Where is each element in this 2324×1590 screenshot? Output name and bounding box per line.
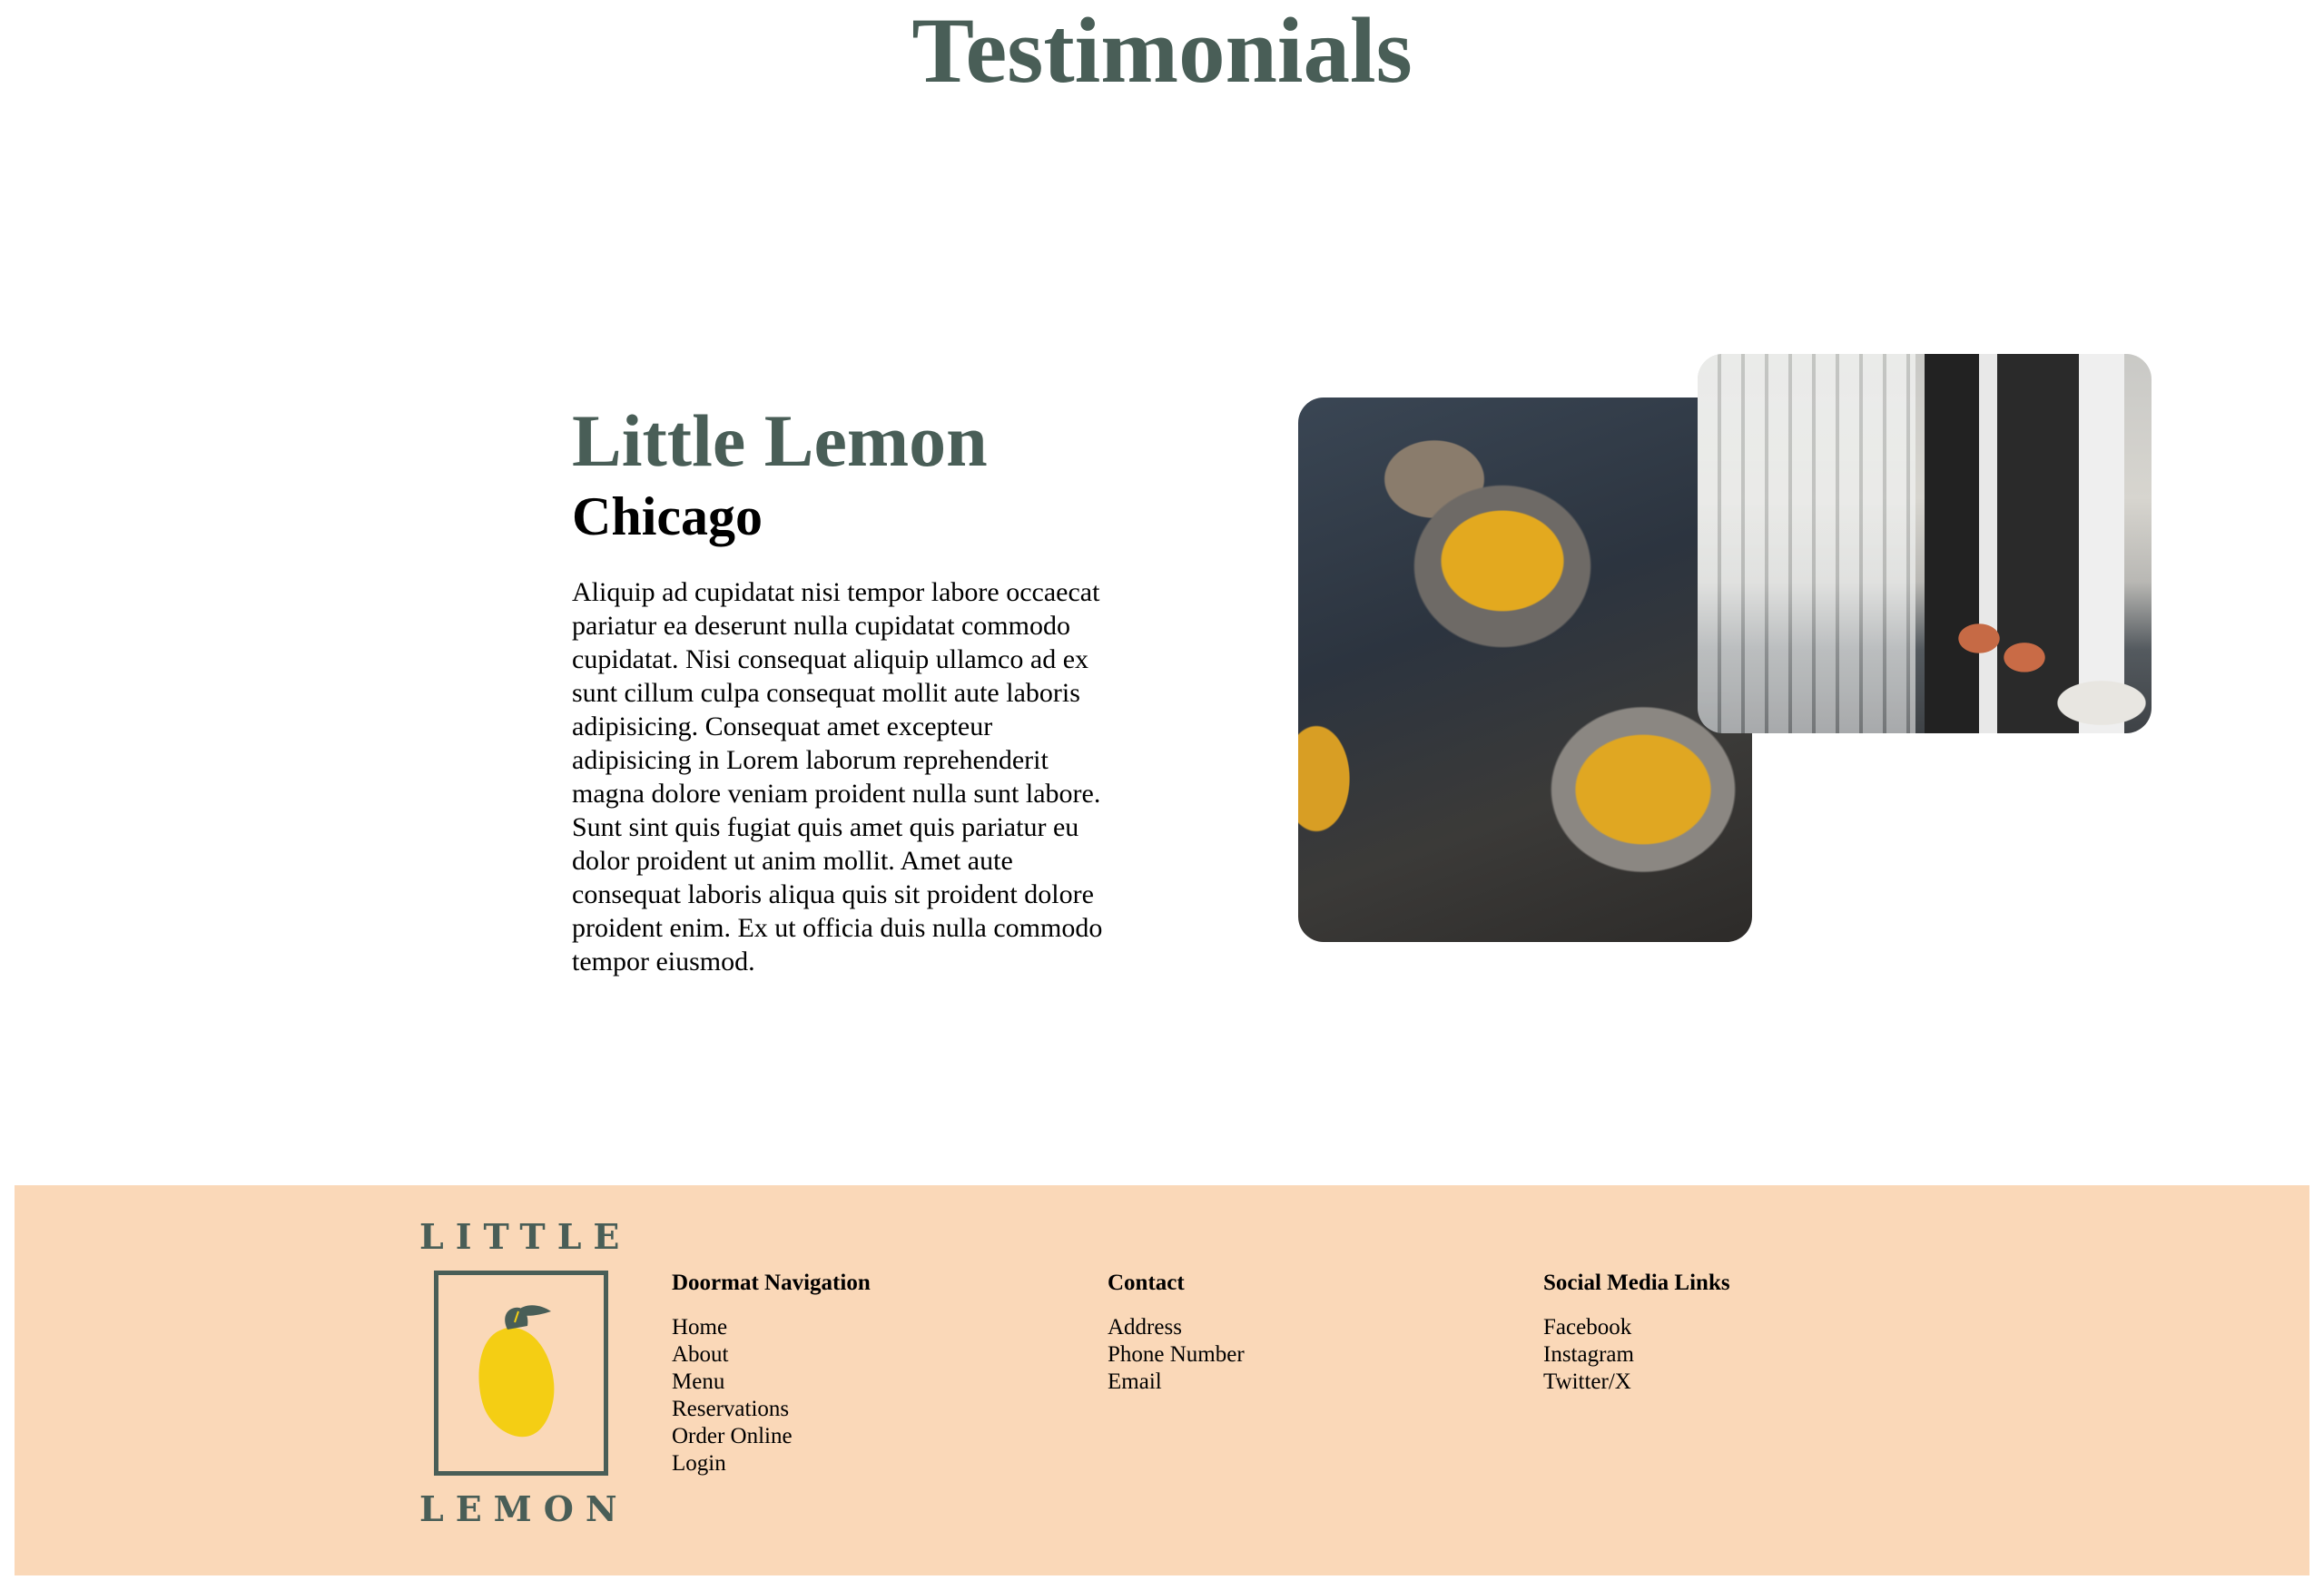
lemon-logo-icon [434, 1271, 608, 1476]
site-footer: LITTLE LEMON Doormat Navigation Home Abo… [15, 1185, 2309, 1575]
social-link-facebook[interactable]: Facebook [1543, 1314, 1730, 1341]
footer-link-login[interactable]: Login [672, 1450, 871, 1477]
social-link-twitter[interactable]: Twitter/X [1543, 1369, 1730, 1396]
contact-section: Contact Address Phone Number Email [1108, 1269, 1245, 1396]
contact-email-link[interactable]: Email [1108, 1369, 1245, 1396]
logo-word-bottom: LEMON [419, 1488, 629, 1529]
contact-address-link[interactable]: Address [1108, 1314, 1245, 1341]
footer-link-menu[interactable]: Menu [672, 1369, 871, 1396]
social-link-instagram[interactable]: Instagram [1543, 1341, 1730, 1369]
footer-link-order-online[interactable]: Order Online [672, 1423, 871, 1450]
brand-title: Little Lemon [572, 399, 988, 482]
footer-logo[interactable]: LITTLE LEMON [419, 1212, 632, 1557]
about-section: Little Lemon Chicago Aliquip ad cupidata… [572, 398, 1117, 978]
footer-link-home[interactable]: Home [672, 1314, 871, 1341]
about-paragraph: Aliquip ad cupidatat nisi tempor labore … [572, 577, 1103, 977]
logo-word-top: LITTLE [419, 1216, 632, 1257]
contact-heading: Contact [1108, 1271, 1185, 1295]
city-title: Chicago [572, 486, 763, 546]
footer-link-about[interactable]: About [672, 1341, 871, 1369]
chefs-photo [1698, 354, 2152, 733]
lemon-icon [478, 1305, 555, 1438]
contact-phone-link[interactable]: Phone Number [1108, 1341, 1245, 1369]
page-title: Testimonials [911, 0, 1413, 103]
doormat-navigation: Doormat Navigation Home About Menu Reser… [672, 1269, 871, 1477]
doormat-navigation-heading: Doormat Navigation [672, 1271, 871, 1295]
footer-link-reservations[interactable]: Reservations [672, 1396, 871, 1423]
social-media-heading: Social Media Links [1543, 1271, 1730, 1295]
soup-photo [1298, 398, 1752, 942]
social-media-section: Social Media Links Facebook Instagram Tw… [1543, 1269, 1730, 1396]
